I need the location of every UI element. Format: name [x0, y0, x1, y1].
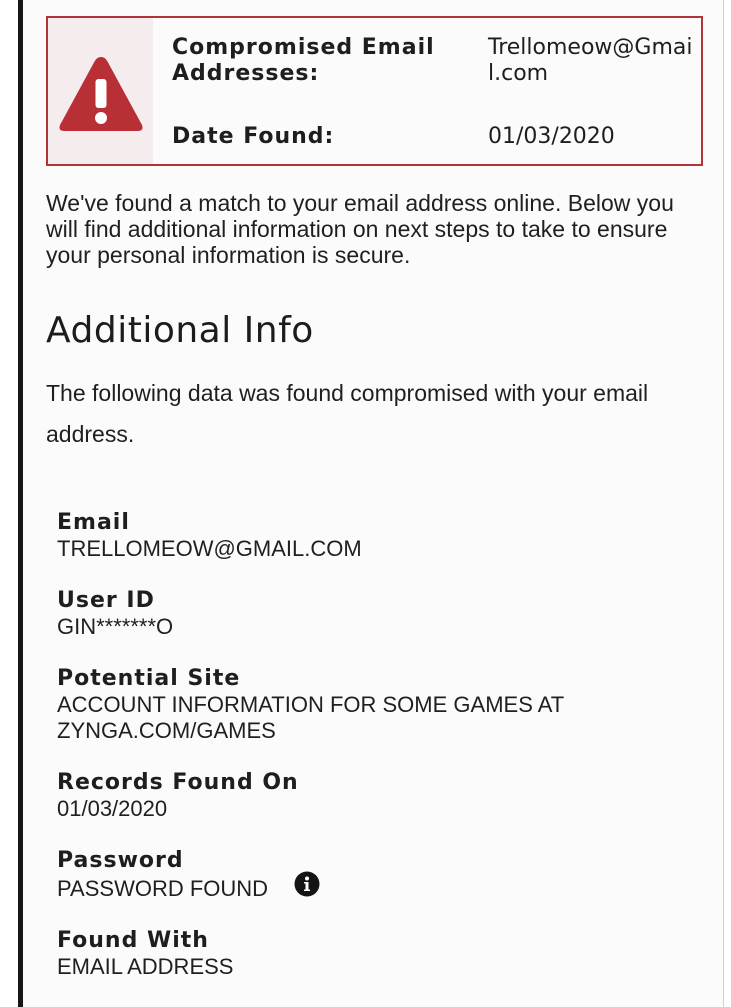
field-label: Password: [57, 848, 184, 873]
field-label: User ID: [57, 588, 155, 613]
field-value: GIN*******O: [57, 614, 174, 639]
field-value: TRELLOMEOW@GMAIL.COM: [57, 536, 362, 561]
field-email: Email TRELLOMEOW@GMAIL.COM: [57, 510, 697, 562]
field-value: PASSWORD FOUND: [57, 875, 269, 901]
field-value: 01/03/2020: [57, 796, 168, 821]
field-label: Email: [57, 510, 130, 535]
field-label: Records Found On: [57, 770, 299, 795]
field-potential-site: Potential Site ACCOUNT INFORMATION FOR S…: [57, 666, 697, 744]
warning-triangle-icon: [59, 57, 143, 131]
right-border: [723, 0, 724, 1007]
additional-info-description: The following data was found compromised…: [46, 380, 649, 447]
compromise-alert-box: Compromised Email Addresses: Trellomeow@…: [46, 16, 703, 166]
field-password: Password PASSWORD FOUND: [57, 848, 697, 906]
alert-icon-area: [48, 18, 153, 164]
field-label: Found With: [57, 928, 209, 953]
additional-info-title: Additional Info: [46, 310, 314, 351]
date-found-label: Date Found:: [172, 124, 335, 149]
field-value-row: PASSWORD FOUND: [57, 871, 697, 906]
info-icon[interactable]: [294, 871, 320, 903]
field-found-with: Found With EMAIL ADDRESS: [57, 928, 697, 980]
compromised-emails-value: Trellomeow@Gmail.com: [488, 35, 693, 86]
field-user-id: User ID GIN*******O: [57, 588, 697, 640]
date-found-value: 01/03/2020: [488, 124, 615, 149]
field-label: Potential Site: [57, 666, 241, 691]
field-value: EMAIL ADDRESS: [57, 954, 234, 979]
intro-message: We've found a match to your email addres…: [46, 190, 674, 268]
field-value: ACCOUNT INFORMATION FOR SOME GAMES AT ZY…: [57, 692, 564, 743]
field-records-found-on: Records Found On 01/03/2020: [57, 770, 697, 822]
compromised-emails-label: Compromised Email Addresses:: [172, 35, 435, 86]
